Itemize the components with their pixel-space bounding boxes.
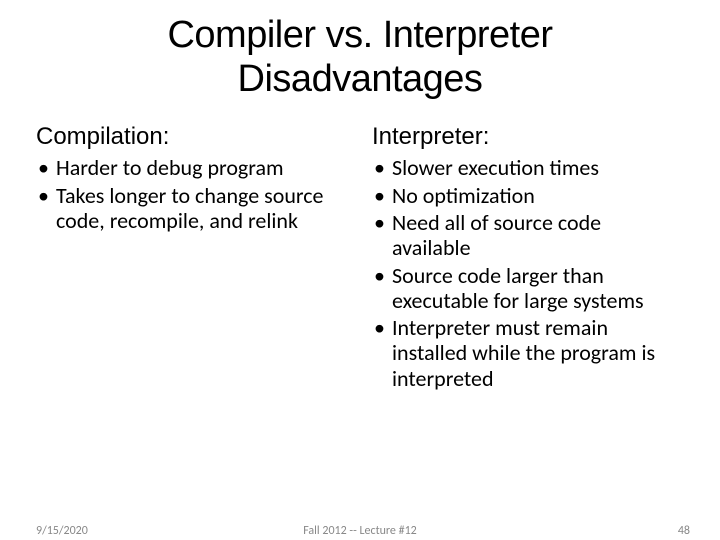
title-line-1: Compiler vs. Interpreter [167, 14, 552, 56]
list-item: Need all of source code available [372, 210, 684, 261]
title-line-2: Disadvantages [238, 58, 483, 100]
right-column: Interpreter: Slower execution times No o… [372, 123, 684, 393]
list-item: No optimization [372, 183, 684, 208]
footer-lecture: Fall 2012 -- Lecture #12 [0, 524, 720, 538]
list-item: Interpreter must remain installed while … [372, 315, 684, 391]
slide-title: Compiler vs. Interpreter Disadvantages [36, 14, 684, 101]
interpreter-list: Slower execution times No optimization N… [372, 155, 684, 391]
list-item: Harder to debug program [36, 155, 348, 180]
slide: Compiler vs. Interpreter Disadvantages C… [0, 0, 720, 540]
columns: Compilation: Harder to debug program Tak… [36, 123, 684, 393]
list-item: Source code larger than executable for l… [372, 263, 684, 314]
compilation-list: Harder to debug program Takes longer to … [36, 155, 348, 233]
list-item: Takes longer to change source code, reco… [36, 183, 348, 234]
interpreter-heading: Interpreter: [372, 123, 684, 151]
footer-page-number: 48 [678, 524, 690, 538]
left-column: Compilation: Harder to debug program Tak… [36, 123, 348, 393]
compilation-heading: Compilation: [36, 123, 348, 151]
list-item: Slower execution times [372, 155, 684, 180]
